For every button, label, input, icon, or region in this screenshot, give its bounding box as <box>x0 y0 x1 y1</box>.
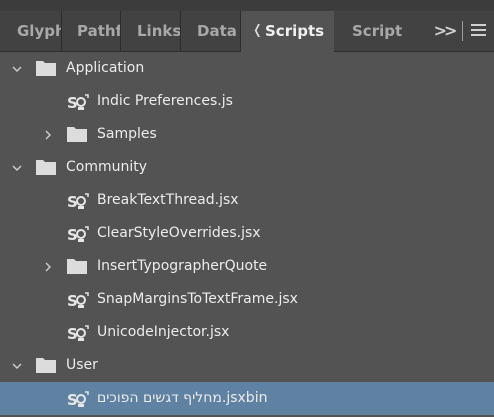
folder-label: Samples <box>97 126 157 142</box>
tab-script-label[interactable]: Script <box>335 11 425 51</box>
tab-data-merge[interactable]: Data I <box>180 11 241 51</box>
hamburger-menu-icon[interactable] <box>471 24 486 36</box>
folder-label: Application <box>66 60 145 76</box>
folder-row-user[interactable]: User <box>0 349 494 382</box>
script-row-jsxbin[interactable]: S מחליף דגשים הפוכים.jsxbin <box>0 382 494 415</box>
scripts-panel: Glyph Pathf Links Data I ❬Scripts Script… <box>0 0 494 417</box>
tab-grip-icon: ❬ <box>252 23 263 38</box>
script-row-snapmarginstotextframe-jsx[interactable]: S SnapMarginsToTextFrame.jsx <box>0 283 494 316</box>
scripts-tree: Application S Indic Preferences.js Samples C… <box>0 52 494 415</box>
script-file-icon: S <box>66 93 90 111</box>
script-row-unicodeinjector-jsx[interactable]: S UnicodeInjector.jsx <box>0 316 494 349</box>
tab-links[interactable]: Links <box>120 11 181 51</box>
chevron-down-icon[interactable] <box>10 62 24 76</box>
double-chevron-right-icon[interactable]: >> <box>432 11 458 51</box>
folder-icon <box>35 356 57 374</box>
folder-row-community[interactable]: Community <box>0 151 494 184</box>
folder-icon <box>66 125 88 143</box>
script-row-indic-preferences-js[interactable]: S Indic Preferences.js <box>0 85 494 118</box>
tab-separator <box>462 21 463 41</box>
script-file-icon: S <box>66 390 90 408</box>
folder-row-samples[interactable]: Samples <box>0 118 494 151</box>
tab-pathfinder[interactable]: Pathf <box>60 11 121 51</box>
folder-row-inserttypographerquote[interactable]: InsertTypographerQuote <box>0 250 494 283</box>
folder-label: User <box>66 357 98 373</box>
folder-icon <box>35 59 57 77</box>
chevron-down-icon[interactable] <box>10 161 24 175</box>
script-label: מחליף דגשים הפוכים.jsxbin <box>97 390 268 406</box>
script-row-clearstyleoverrides-jsx[interactable]: S ClearStyleOverrides.jsx <box>0 217 494 250</box>
script-row-breaktextthread-jsx[interactable]: S BreakTextThread.jsx <box>0 184 494 217</box>
folder-icon <box>35 158 57 176</box>
chevron-down-icon[interactable] <box>10 359 24 373</box>
panel-title-strip[interactable] <box>0 0 494 11</box>
tab-scripts[interactable]: ❬ Scripts <box>241 11 334 52</box>
script-file-icon: S <box>66 192 90 210</box>
folder-row-application[interactable]: Application <box>0 52 494 85</box>
chevron-right-icon[interactable] <box>41 128 55 142</box>
script-label: BreakTextThread.jsx <box>97 192 239 208</box>
tab-glyphs[interactable]: Glyph <box>0 11 62 51</box>
chevron-right-icon[interactable] <box>41 260 55 274</box>
panel-tab-bar: Glyph Pathf Links Data I ❬Scripts Script <box>0 11 494 52</box>
folder-label: Community <box>66 159 148 175</box>
script-label: UnicodeInjector.jsx <box>97 324 230 340</box>
script-file-icon: S <box>66 225 90 243</box>
script-label: SnapMarginsToTextFrame.jsx <box>97 291 298 307</box>
folder-label: InsertTypographerQuote <box>97 258 268 274</box>
script-label: ClearStyleOverrides.jsx <box>97 225 261 241</box>
script-label: Indic Preferences.js <box>97 93 233 109</box>
script-file-icon: S <box>66 291 90 309</box>
folder-icon <box>66 257 88 275</box>
script-file-icon: S <box>66 324 90 342</box>
